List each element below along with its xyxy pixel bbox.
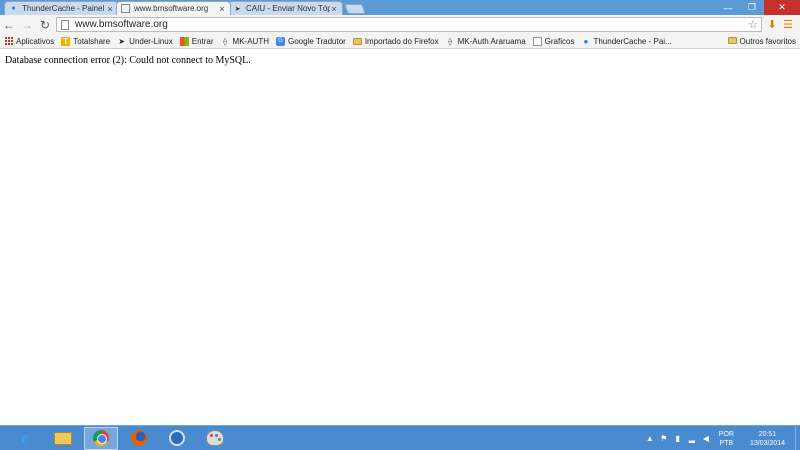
taskbar-firefox[interactable]	[122, 427, 156, 450]
bookmark-google-tradutor[interactable]: G Google Tradutor	[276, 36, 346, 46]
other-bookmarks[interactable]: Outros favoritos	[727, 34, 796, 49]
system-tray: ▲ ⚑ ▮ ▂ ◀ POR PTB 20:51 13/03/2014	[643, 426, 800, 450]
other-bookmarks-label: Outros favoritos	[739, 37, 796, 46]
address-url[interactable]: www.bmsoftware.org	[75, 19, 748, 30]
download-icon[interactable]: ⬇	[764, 17, 780, 32]
taskbar-paint[interactable]	[198, 427, 232, 450]
tab-thundercache[interactable]: ● ThunderCache - Painel de ×	[4, 1, 119, 15]
tab-title: CAIU - Enviar Novo Tópic	[246, 4, 330, 13]
thundercache-icon: ●	[583, 36, 589, 46]
page-icon	[61, 19, 69, 30]
chrome-icon	[93, 430, 109, 446]
star-icon[interactable]: ☆	[748, 18, 758, 31]
flag-icon[interactable]: ⚑	[659, 434, 669, 443]
window-controls: — ❐ ✕	[716, 0, 800, 15]
language-code: POR	[718, 430, 734, 438]
underlinux-icon: ➤	[118, 36, 126, 46]
bookmark-label: MK-AUTH	[232, 36, 269, 46]
taskbar-internet-explorer[interactable]: e	[8, 427, 42, 450]
bookmark-label: Graficos	[544, 36, 575, 46]
page-icon	[121, 4, 130, 13]
bookmark-label: Google Tradutor	[288, 36, 346, 46]
volume-icon[interactable]: ◀	[701, 434, 711, 443]
firefox-icon	[131, 430, 147, 446]
clock[interactable]: 20:51 13/03/2014	[750, 430, 785, 448]
underlinux-icon: ➤	[234, 5, 241, 13]
bookmark-mk-auth-araruama[interactable]: ⟠ MK-Auth Araruama	[446, 37, 526, 46]
close-tab-icon[interactable]: ×	[218, 4, 226, 14]
menu-icon[interactable]: ☰	[780, 17, 796, 32]
google-translate-icon: G	[276, 36, 285, 46]
reload-button[interactable]: ↻	[36, 16, 54, 33]
minimize-button[interactable]: —	[716, 0, 740, 15]
maximize-button[interactable]: ❐	[740, 0, 764, 15]
signal-icon[interactable]: ▂	[687, 434, 697, 443]
folder-icon	[727, 37, 737, 46]
thundercache-icon: ●	[11, 5, 16, 12]
paint-icon	[206, 430, 224, 446]
close-tab-icon[interactable]: ×	[106, 4, 114, 14]
tab-strip: ● ThunderCache - Painel de × www.bmsoftw…	[4, 1, 366, 15]
tab-bmsoftware[interactable]: www.bmsoftware.org ×	[116, 1, 231, 15]
totalshare-icon: T	[61, 36, 71, 46]
address-bar[interactable]: www.bmsoftware.org ☆	[56, 17, 762, 32]
chevron-up-icon[interactable]: ▲	[645, 434, 655, 443]
arrow-right-icon: →	[21, 17, 33, 32]
folder-icon	[54, 431, 72, 445]
bookmark-label: Entrar	[191, 36, 214, 46]
tab-title: www.bmsoftware.org	[134, 4, 209, 13]
database-error-message: Database connection error (2): Could not…	[5, 55, 251, 66]
reload-icon: ↻	[39, 17, 51, 32]
network-icon[interactable]: ▮	[673, 434, 683, 443]
apps-icon	[4, 37, 13, 46]
forward-button[interactable]: →	[18, 16, 36, 33]
bookmark-mk-auth[interactable]: ⟠ MK-AUTH	[221, 37, 269, 46]
mkauth-icon: ⟠	[223, 36, 228, 46]
show-desktop-button[interactable]	[795, 426, 800, 450]
bookmarks-bar: Aplicativos T Totalshare ➤ Under-Linux E…	[0, 34, 800, 49]
windows-icon	[179, 36, 189, 46]
bookmark-thundercache[interactable]: ● ThunderCache - Pai...	[581, 36, 672, 46]
bookmark-importado-firefox[interactable]: Importado do Firefox	[352, 36, 439, 46]
bookmark-label: Under-Linux	[129, 36, 173, 46]
bookmark-entrar[interactable]: Entrar	[179, 36, 214, 46]
bookmark-totalshare[interactable]: T Totalshare	[61, 36, 111, 46]
folder-icon	[352, 37, 362, 46]
taskbar-chrome[interactable]	[84, 426, 118, 450]
tab-caiu[interactable]: ➤ CAIU - Enviar Novo Tópic ×	[228, 1, 343, 15]
new-tab-button[interactable]	[344, 4, 366, 14]
clock-date: 13/03/2014	[749, 439, 785, 447]
close-window-button[interactable]: ✕	[764, 0, 800, 15]
internet-explorer-icon: e	[21, 428, 29, 447]
mkauth-icon: ⟠	[448, 36, 453, 46]
bookmark-label: MK-Auth Araruama	[457, 36, 526, 46]
clock-time: 20:51	[758, 430, 777, 438]
close-tab-icon[interactable]: ×	[330, 4, 338, 14]
taskbar-thunderbird[interactable]	[160, 427, 194, 450]
graphics-icon	[532, 36, 542, 46]
windows-taskbar: e ▲ ⚑ ▮ ▂ ◀ POR PTB 20:51 13/03/2014	[0, 425, 800, 450]
browser-titlebar: ● ThunderCache - Painel de × www.bmsoftw…	[0, 0, 800, 15]
tab-title: ThunderCache - Painel de	[22, 4, 106, 13]
bookmark-under-linux[interactable]: ➤ Under-Linux	[117, 36, 173, 46]
taskbar-file-explorer[interactable]	[46, 427, 80, 450]
bookmark-graficos[interactable]: Graficos	[532, 36, 575, 46]
bookmark-label: Totalshare	[73, 36, 111, 46]
toolbar-right-buttons: ⬇ ☰	[764, 17, 796, 32]
arrow-left-icon: ←	[3, 17, 15, 32]
bookmark-aplicativos[interactable]: Aplicativos	[4, 37, 54, 46]
keyboard-layout: PTB	[719, 439, 734, 447]
bookmark-label: ThunderCache - Pai...	[593, 36, 672, 46]
back-button[interactable]: ←	[0, 16, 18, 33]
input-language[interactable]: POR PTB	[719, 430, 734, 448]
bookmark-label: Importado do Firefox	[364, 36, 439, 46]
thunderbird-icon	[169, 430, 185, 446]
bookmark-label: Aplicativos	[16, 36, 55, 46]
page-content: Database connection error (2): Could not…	[0, 50, 800, 425]
